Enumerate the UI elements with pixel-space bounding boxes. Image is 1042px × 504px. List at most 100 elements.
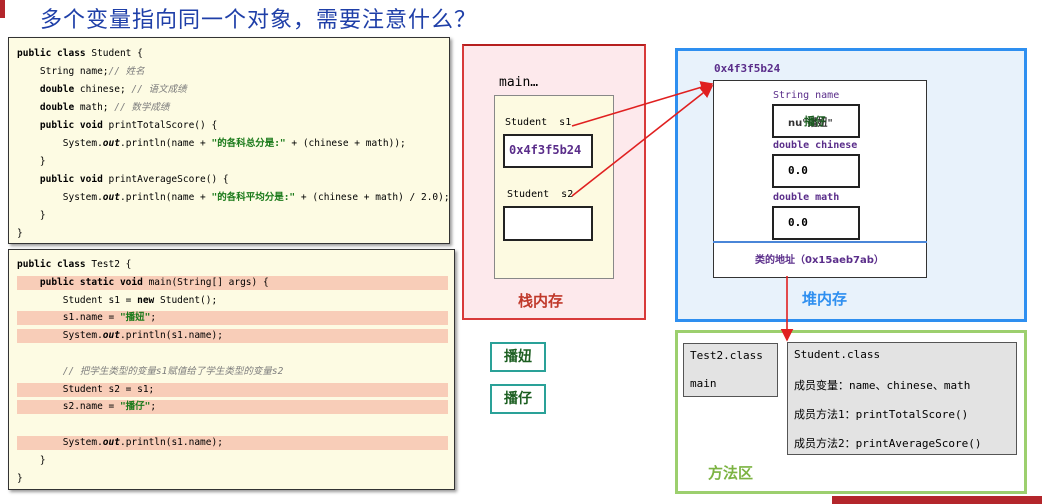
test-code-line: s2.name = "播仔"; — [17, 400, 448, 415]
object-divider — [713, 241, 927, 243]
student-code-line: public void printTotalScore() { — [17, 119, 449, 133]
title-accent-bar — [0, 0, 5, 18]
code-token: main(String[] args) { — [148, 276, 269, 288]
test-code-line: } — [17, 472, 454, 486]
student-code-line: double chinese; // 语文成绩 — [17, 83, 449, 97]
student-class-name: Student.class — [794, 348, 881, 361]
badge-boy: 播仔 — [490, 384, 546, 414]
code-token: "的各科总分是:" — [211, 138, 286, 149]
field-chinese-cell: 0.0 — [772, 154, 860, 188]
code-token: System. — [17, 192, 103, 203]
student-code-line: } — [17, 155, 449, 169]
code-token: System. — [17, 138, 103, 149]
test-code-line: Student s1 = new Student(); — [17, 294, 454, 308]
code-token: System. — [17, 330, 103, 342]
code-token: .println(name + — [119, 138, 212, 149]
student-code-line: } — [17, 227, 449, 241]
student-method-2: 成员方法2：printAverageScore() — [794, 437, 982, 450]
code-token: Student s1 = — [17, 294, 138, 306]
code-token: + (chinese + math)); — [285, 138, 406, 149]
student-code-line: public void printAverageScore() { — [17, 173, 449, 187]
code-token: double — [17, 84, 80, 95]
field-math-cell: 0.0 — [772, 206, 860, 240]
main-frame-title: main… — [499, 75, 539, 90]
code-token: public static void — [17, 276, 149, 288]
code-token: "的各科平均分是:" — [211, 192, 296, 203]
code-token: Student(); — [160, 294, 218, 306]
code-token: // 数学成绩 — [114, 102, 170, 113]
test2-class-box: Test2.class main — [683, 343, 778, 397]
test2-main-method: main — [690, 377, 717, 390]
code-token: Test2 { — [91, 259, 132, 270]
code-token: // 把学生类型的变量s1赋值给了学生类型的变量s2 — [17, 365, 284, 377]
var-s2-cell — [503, 206, 593, 241]
code-token: printAverageScore() { — [108, 174, 229, 185]
test-code-line — [17, 418, 454, 432]
code-token: out — [102, 138, 120, 149]
class-address: 类的地址（0x15aeb7ab） — [755, 255, 884, 266]
code-token: String name; — [17, 66, 109, 77]
heap-memory-label: 堆内存 — [802, 290, 848, 308]
code-token: "播妞" — [119, 312, 151, 324]
code-token: out — [102, 330, 120, 342]
test2-class-name: Test2.class — [690, 349, 763, 362]
slide-title: 多个变量指向同一个对象，需要注意什么？ — [40, 8, 478, 33]
field-name-cell: nu"播妞" 播仔 — [772, 104, 860, 138]
code-token: // 语文成绩 — [131, 84, 187, 95]
code-token: math; — [79, 102, 115, 113]
student-code-line: System.out.println(name + "的各科总分是:" + (c… — [17, 137, 449, 151]
var-s1-cell: 0x4f3f5b24 — [503, 134, 593, 168]
badge-bonnie: 播妞 — [490, 342, 546, 372]
stack-memory-label: 栈内存 — [518, 292, 564, 310]
student-code-line: System.out.println(name + "的各科平均分是:" + (… — [17, 191, 450, 205]
student-members: 成员变量：name、chinese、math — [794, 379, 971, 392]
code-token: + (chinese + math) / 2.0); — [295, 192, 450, 203]
code-token: } — [17, 156, 46, 167]
student-class-box: Student.class 成员变量：name、chinese、math 成员方… — [787, 342, 1017, 455]
code-token: .println(s1.name); — [119, 330, 223, 342]
field-math-label: double math — [773, 192, 840, 203]
field-name-label: String name — [773, 90, 840, 101]
student-code-line: public class Student { — [17, 47, 449, 61]
footer-bar — [832, 496, 1042, 504]
test-code-line — [17, 347, 454, 361]
method-area-label: 方法区 — [708, 464, 754, 482]
student-code-line: } — [17, 209, 449, 223]
code-token: printTotalScore() { — [108, 120, 218, 131]
code-token: ; — [150, 312, 157, 324]
code-token: new — [137, 294, 160, 306]
code-token: out — [102, 192, 120, 203]
code-token: double — [17, 102, 80, 113]
code-token: s1.name = — [17, 312, 120, 324]
code-token: } — [17, 454, 46, 466]
field-chinese-value: 0.0 — [788, 164, 808, 177]
student-code-line: String name;// 姓名 — [17, 65, 449, 79]
student-code-line: double math; // 数学成绩 — [17, 101, 449, 115]
var-s1-value: 0x4f3f5b24 — [509, 143, 582, 157]
test-code-line: System.out.println(s1.name); — [17, 436, 448, 450]
field-math-value: 0.0 — [788, 216, 808, 229]
code-token: out — [102, 437, 120, 448]
code-token: System. — [17, 437, 103, 448]
code-token: Student s2 = s1; — [17, 383, 155, 395]
field-name-overlay: 播仔 — [804, 115, 826, 128]
field-chinese-label: double chinese — [773, 140, 858, 151]
code-token: // 姓名 — [108, 66, 145, 77]
test-code-line: public static void main(String[] args) { — [17, 275, 448, 290]
test-code-line: } — [17, 454, 454, 468]
code-token: Student { — [91, 48, 143, 59]
code-token: } — [17, 210, 46, 221]
code-token: public void — [17, 120, 109, 131]
code-token: chinese; — [79, 84, 132, 95]
code-token: public class — [17, 48, 92, 59]
test-code-line: s1.name = "播妞"; — [17, 311, 448, 326]
test-code-line: Student s2 = s1; — [17, 382, 448, 397]
student-method-1: 成员方法1：printTotalScore() — [794, 408, 969, 421]
test-code-line: public class Test2 { — [17, 258, 454, 272]
code-token: public class — [17, 259, 92, 270]
var-s1-label: Student s1 — [505, 117, 572, 128]
code-token: .println(s1.name); — [119, 437, 223, 448]
code-token: .println(name + — [119, 192, 212, 203]
test-code-line: // 把学生类型的变量s1赋值给了学生类型的变量s2 — [17, 365, 454, 379]
student-class-code: public class Student { String name;// 姓名… — [8, 37, 450, 244]
